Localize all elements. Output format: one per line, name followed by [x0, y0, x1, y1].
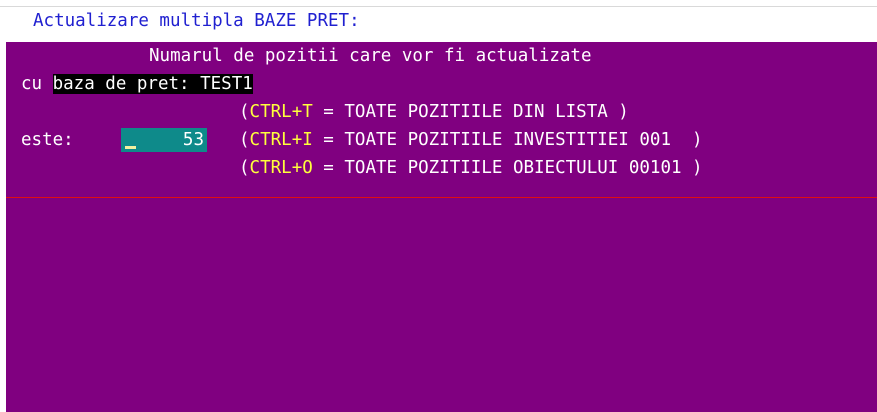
option-open-paren: (: [239, 102, 250, 122]
shortcut-ctrl-t[interactable]: CTRL+T: [250, 102, 313, 122]
window-title: Actualizare multipla BAZE PRET:: [33, 11, 360, 31]
option-object: (CTRL+O = TOATE POZITIILE OBIECTULUI 001…: [239, 157, 703, 179]
separator-line: [6, 197, 877, 198]
text-cursor: [125, 146, 136, 149]
dialog-heading: Numarul de pozitii care vor fi actualiza…: [149, 46, 592, 66]
option-open-paren: (: [239, 158, 250, 178]
option-description: = TOATE POZITIILE DIN LISTA ): [312, 102, 629, 122]
shortcut-ctrl-o[interactable]: CTRL+O: [250, 158, 313, 178]
option-investment: (CTRL+I = TOATE POZITIILE INVESTITIEI 00…: [239, 129, 703, 151]
count-value: 53: [182, 130, 204, 150]
shortcut-ctrl-i[interactable]: CTRL+I: [250, 130, 313, 150]
window-frame-line: [0, 6, 877, 7]
label-este: este:: [21, 130, 74, 150]
prefix-cu: cu: [21, 74, 53, 94]
price-base-label: baza de pret: TEST1: [52, 74, 253, 94]
base-line: cu baza de pret: TEST1: [21, 73, 253, 95]
option-description: = TOATE POZITIILE INVESTITIEI 001 ): [312, 130, 703, 150]
dialog-panel: Numarul de pozitii care vor fi actualiza…: [6, 42, 877, 412]
option-description: = TOATE POZITIILE OBIECTULUI 00101 ): [312, 158, 703, 178]
option-all-list: (CTRL+T = TOATE POZITIILE DIN LISTA ): [239, 101, 629, 123]
count-input[interactable]: 53: [121, 128, 207, 152]
title-bar: Actualizare multipla BAZE PRET:: [0, 0, 877, 42]
option-open-paren: (: [239, 130, 250, 150]
